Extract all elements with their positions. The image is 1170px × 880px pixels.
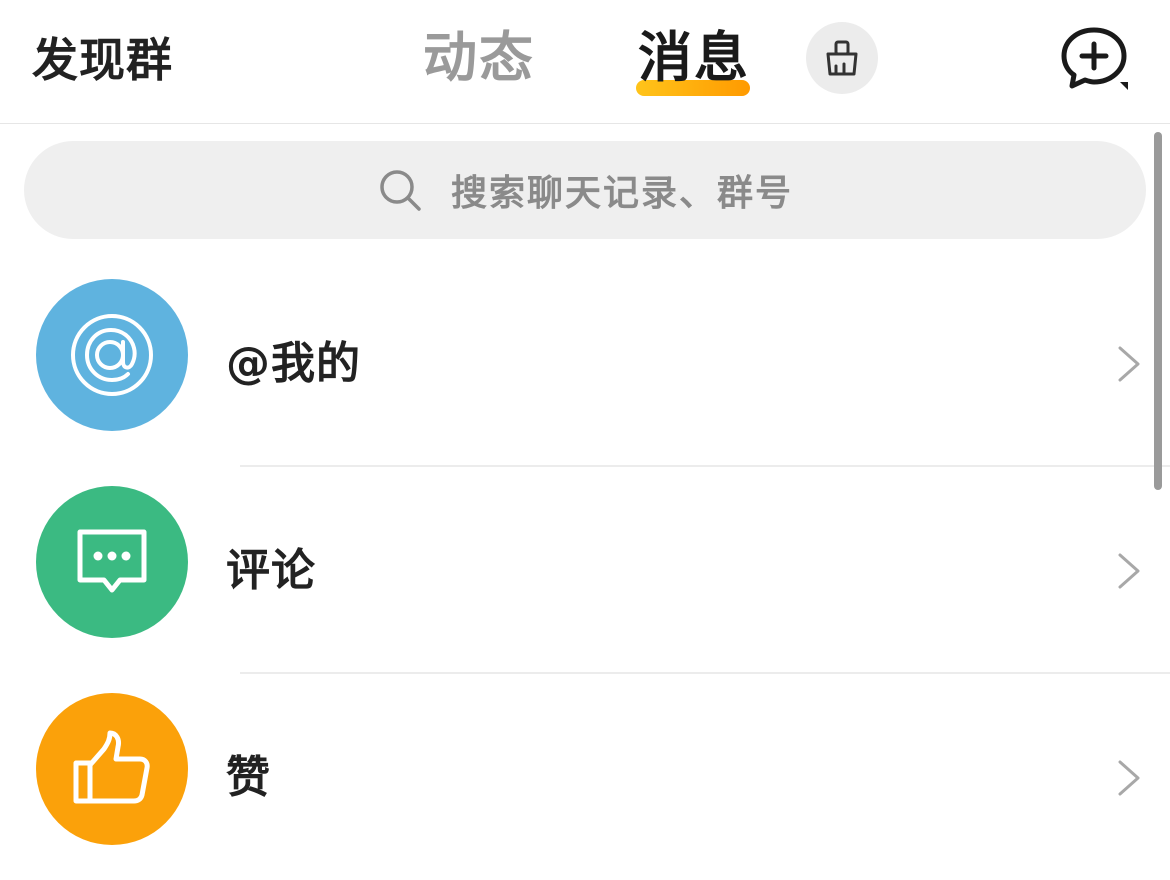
discover-groups-button[interactable]: 发现群 (32, 32, 173, 88)
messages-screen: 发现群 动态 消息 搜索聊天记录、群号 @我的 评论 赞 (0, 0, 1170, 880)
chevron-right-icon (1118, 760, 1140, 796)
comments-avatar (36, 486, 188, 638)
add-chat-button[interactable] (1058, 24, 1134, 94)
list-item-label: 评论 (226, 545, 316, 596)
search-icon (380, 170, 421, 211)
top-bar: 发现群 动态 消息 (0, 0, 1170, 124)
broom-icon (826, 40, 858, 76)
list-item-likes[interactable]: 赞 (0, 674, 1170, 880)
tab-messages[interactable]: 消息 (638, 26, 750, 90)
list-item-comments[interactable]: 评论 (0, 467, 1170, 674)
scrollbar[interactable] (1154, 132, 1162, 490)
mentions-avatar (36, 279, 188, 431)
at-icon (71, 314, 153, 396)
search-placeholder: 搜索聊天记录、群号 (450, 173, 793, 214)
list-item-mentions[interactable]: @我的 (0, 260, 1170, 467)
chevron-right-icon (1118, 553, 1140, 589)
chevron-right-icon (1118, 346, 1140, 382)
list-item-label: @我的 (226, 338, 361, 389)
comment-icon (77, 529, 147, 593)
clean-unread-button[interactable] (806, 22, 878, 94)
list-item-label: 赞 (226, 752, 271, 803)
likes-avatar (36, 693, 188, 845)
tab-dynamics[interactable]: 动态 (423, 26, 535, 90)
add-chat-icon (1061, 27, 1128, 90)
thumbs-up-icon (73, 730, 150, 804)
search-bar[interactable]: 搜索聊天记录、群号 (24, 141, 1146, 239)
